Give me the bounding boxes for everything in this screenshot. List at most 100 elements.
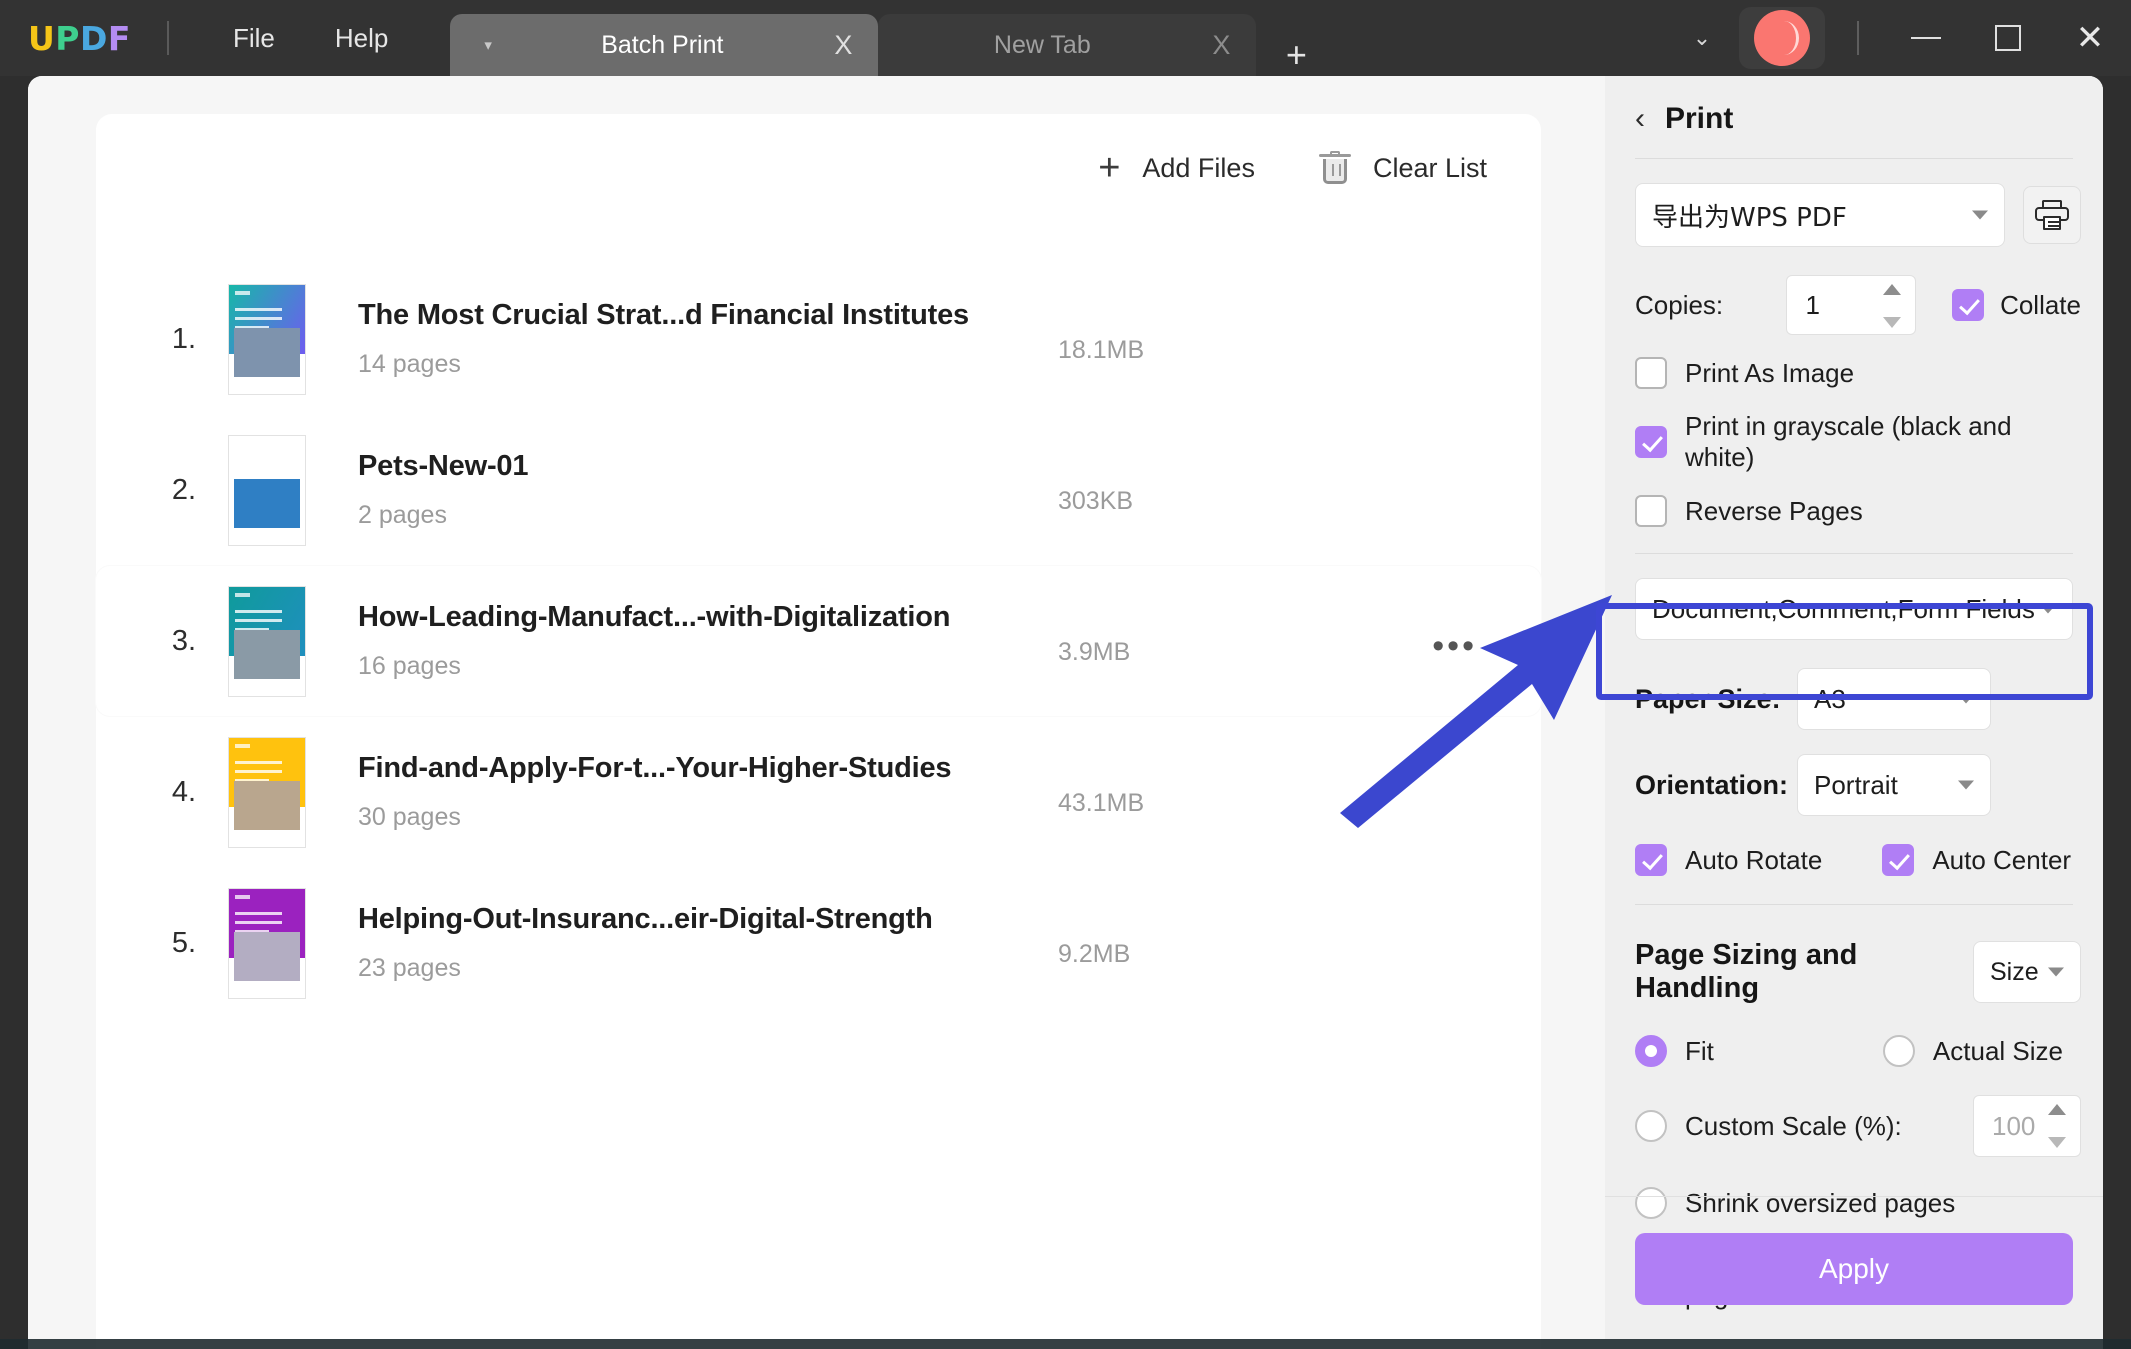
window-controls-group: ⌄ ✕ <box>1671 0 2131 76</box>
grayscale-row[interactable]: Print in grayscale (black and white) <box>1605 411 2103 473</box>
updf-logo: U P D F <box>28 19 131 58</box>
clear-list-button[interactable]: Clear List <box>1318 151 1487 185</box>
file-meta: Helping-Out-Insuranc...eir-Digital-Stren… <box>358 903 1018 983</box>
stepper-down-icon[interactable] <box>2048 1137 2066 1148</box>
collate-label: Collate <box>2000 289 2081 320</box>
auto-rotate-row[interactable]: Auto Rotate <box>1635 844 1822 876</box>
menu-help[interactable]: Help <box>305 23 418 54</box>
print-panel: ‹ Print 导出为WPS PDF Copies: 1 Collate Pri… <box>1605 76 2103 1349</box>
tab-caret-icon[interactable]: ▾ <box>484 36 506 54</box>
auto-center-label: Auto Center <box>1932 844 2072 875</box>
grayscale-checkbox[interactable] <box>1635 426 1667 458</box>
reverse-pages-row[interactable]: Reverse Pages <box>1605 495 2103 527</box>
grayscale-label: Print in grayscale (black and white) <box>1685 411 2012 472</box>
avatar <box>1754 10 1810 66</box>
list-toolbar: + Add Files Clear List <box>1098 149 1487 187</box>
tab-batch-print[interactable]: ▾ Batch Print X <box>450 14 879 76</box>
avatar-button[interactable] <box>1739 7 1825 69</box>
print-as-image-checkbox[interactable] <box>1635 357 1667 389</box>
shrink-option[interactable]: Shrink oversized pages <box>1635 1187 1955 1219</box>
file-thumbnail <box>228 887 306 999</box>
tab-close-icon[interactable]: X <box>818 30 868 61</box>
auto-center-row[interactable]: Auto Center <box>1882 844 2071 876</box>
fit-radio[interactable] <box>1635 1035 1667 1067</box>
file-row[interactable]: 2. Pets-New-01 2 pages 303KB <box>96 415 1541 565</box>
printer-properties-button[interactable] <box>2023 186 2081 244</box>
file-row[interactable]: 3. How-Leading-Manufact...-with-Digitaliz… <box>96 566 1541 716</box>
maximize-button[interactable] <box>1967 0 2049 76</box>
collate-checkbox[interactable] <box>1952 289 1985 321</box>
file-row-number: 5. <box>171 926 196 959</box>
shrink-row: Shrink oversized pages <box>1605 1187 2103 1219</box>
print-as-image-row[interactable]: Print As Image <box>1605 357 2103 389</box>
file-thumbnail <box>228 434 306 546</box>
stepper-arrows[interactable] <box>2048 1104 2066 1148</box>
file-name: How-Leading-Manufact...-with-Digitalizat… <box>358 601 951 633</box>
auto-rotate-checkbox[interactable] <box>1635 844 1667 876</box>
file-name: Helping-Out-Insuranc...eir-Digital-Stren… <box>358 903 933 935</box>
orientation-label: Orientation: <box>1635 769 1788 800</box>
add-files-label: Add Files <box>1142 152 1255 183</box>
printer-row: 导出为WPS PDF <box>1605 159 2103 247</box>
back-chevron-icon[interactable]: ‹ <box>1635 104 1645 134</box>
file-row-number: 3. <box>171 624 196 657</box>
logo-letter-f: F <box>107 18 131 58</box>
stepper-up-icon[interactable] <box>1883 284 1902 295</box>
content-range-select[interactable]: Document,Comment,Form Fields <box>1635 578 2073 640</box>
stepper-arrows[interactable] <box>1883 284 1902 328</box>
file-more-options-button[interactable]: ••• <box>1432 617 1477 666</box>
copies-stepper[interactable]: 1 <box>1786 275 1917 335</box>
file-size: 303KB <box>1058 486 1134 515</box>
custom-scale-radio[interactable] <box>1635 1110 1667 1142</box>
printer-icon <box>2035 200 2069 230</box>
new-tab-plus-icon[interactable]: + <box>1264 34 1328 76</box>
minimize-button[interactable] <box>1885 0 1967 76</box>
actual-size-option[interactable]: Actual Size <box>1882 1035 2063 1067</box>
reverse-pages-checkbox[interactable] <box>1635 495 1667 527</box>
chevron-down-icon[interactable]: ⌄ <box>1671 25 1733 51</box>
file-row[interactable]: 4. Find-and-Apply-For-t...-Your-Higher-St… <box>96 717 1541 867</box>
logo-letter-u: U <box>28 18 56 58</box>
clear-list-label: Clear List <box>1372 152 1487 183</box>
tab-new-tab[interactable]: New Tab X <box>878 14 1257 76</box>
printer-select[interactable]: 导出为WPS PDF <box>1635 183 2005 247</box>
sizing-mode-select[interactable]: Size <box>1973 941 2081 1003</box>
tab-new-tab-label: New Tab <box>993 30 1091 59</box>
tab-close-icon[interactable]: X <box>1196 30 1246 61</box>
orientation-value: Portrait <box>1814 769 1898 800</box>
actual-size-radio[interactable] <box>1882 1035 1915 1067</box>
fit-option[interactable]: Fit <box>1635 1035 1714 1067</box>
file-pages: 2 pages <box>358 501 447 529</box>
section-divider <box>1635 553 2073 554</box>
apply-button[interactable]: Apply <box>1635 1233 2073 1305</box>
file-thumbnail <box>228 585 306 697</box>
collate-checkbox-row[interactable]: Collate <box>1952 289 2081 321</box>
close-button[interactable]: ✕ <box>2049 0 2131 76</box>
minimize-icon <box>1911 37 1941 39</box>
stepper-down-icon[interactable] <box>1883 317 1902 328</box>
file-row[interactable]: 1. The Most Crucial Strat...d Financial I… <box>96 264 1541 414</box>
file-size: 9.2MB <box>1058 939 1131 968</box>
trash-icon <box>1318 151 1351 185</box>
file-row-number: 1. <box>171 322 196 355</box>
file-row[interactable]: 5. Helping-Out-Insuranc...eir-Digital-Str… <box>96 868 1541 1018</box>
stepper-up-icon[interactable] <box>2048 1104 2066 1115</box>
file-row-number: 2. <box>171 473 196 506</box>
file-list-card: + Add Files Clear List 1. The Most Crucia… <box>96 114 1541 1349</box>
copies-row: Copies: 1 Collate <box>1605 247 2103 335</box>
menu-file[interactable]: File <box>203 23 305 54</box>
custom-scale-value: 100 <box>1992 1110 2036 1141</box>
custom-scale-option[interactable]: Custom Scale (%): <box>1635 1110 1973 1142</box>
copies-value: 1 <box>1805 289 1820 320</box>
paper-size-select[interactable]: A3 <box>1797 668 1991 730</box>
tab-batch-print-label: Batch Print <box>601 30 724 59</box>
custom-scale-stepper[interactable]: 100 <box>1973 1095 2081 1157</box>
file-pages: 23 pages <box>358 954 461 982</box>
paper-size-row: Paper Size: A3 <box>1605 668 2103 730</box>
titlebar-divider <box>166 21 169 55</box>
auto-center-checkbox[interactable] <box>1882 844 1915 876</box>
shrink-radio[interactable] <box>1635 1187 1667 1219</box>
page-sizing-title: Page Sizing and Handling <box>1635 939 1858 1004</box>
add-files-button[interactable]: + Add Files <box>1098 149 1255 187</box>
orientation-select[interactable]: Portrait <box>1797 754 1991 816</box>
